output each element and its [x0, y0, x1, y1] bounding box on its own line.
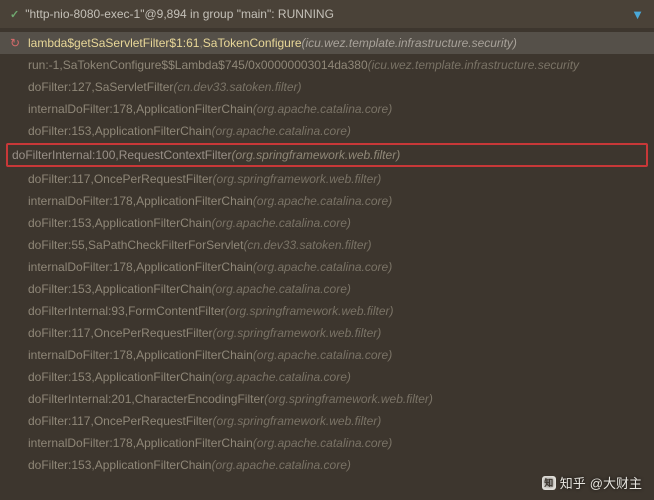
- frame-method: doFilter:55: [28, 236, 85, 254]
- frame-class: ApplicationFilterChain: [136, 434, 253, 452]
- stack-frame-row[interactable]: internalDoFilter:178, ApplicationFilterC…: [0, 190, 654, 212]
- frame-package: (icu.wez.template.infrastructure.securit…: [368, 56, 579, 74]
- stack-frames: ↻lambda$getSaServletFilter$1:61, SaToken…: [0, 28, 654, 480]
- stack-frame-row[interactable]: internalDoFilter:178, ApplicationFilterC…: [0, 98, 654, 120]
- stack-frame-row[interactable]: doFilter:153, ApplicationFilterChain (or…: [0, 366, 654, 388]
- frame-package: (org.apache.catalina.core): [253, 100, 392, 118]
- frame-class: ApplicationFilterChain: [95, 456, 212, 474]
- frame-package: (org.springframework.web.filter): [213, 412, 382, 430]
- check-icon: ✓: [10, 8, 19, 21]
- frame-class: ApplicationFilterChain: [136, 258, 253, 276]
- frame-method: internalDoFilter:178: [28, 100, 133, 118]
- frame-method: doFilter:153: [28, 456, 91, 474]
- frame-package: (org.apache.catalina.core): [211, 122, 350, 140]
- frame-class: FormContentFilter: [128, 302, 225, 320]
- thread-title: "http-nio-8080-exec-1"@9,894 in group "m…: [25, 7, 334, 21]
- frame-package: (org.springframework.web.filter): [225, 302, 394, 320]
- frame-class: ApplicationFilterChain: [95, 214, 212, 232]
- frame-package: (org.apache.catalina.core): [253, 434, 392, 452]
- watermark: 知 知乎 @大财主: [542, 473, 642, 492]
- rerun-icon[interactable]: ↻: [10, 34, 22, 52]
- frame-package: (org.apache.catalina.core): [211, 456, 350, 474]
- stack-frame-row[interactable]: internalDoFilter:178, ApplicationFilterC…: [0, 256, 654, 278]
- frame-method: internalDoFilter:178: [28, 434, 133, 452]
- frame-class: ApplicationFilterChain: [136, 192, 253, 210]
- thread-header: ✓ "http-nio-8080-exec-1"@9,894 in group …: [0, 0, 654, 28]
- frame-method: internalDoFilter:178: [28, 258, 133, 276]
- frame-method: internalDoFilter:178: [28, 192, 133, 210]
- frame-class: SaServletFilter: [95, 78, 174, 96]
- frame-method: lambda$getSaServletFilter$1:61: [28, 34, 199, 52]
- frame-package: (org.springframework.web.filter): [213, 170, 382, 188]
- frame-class: SaPathCheckFilterForServlet: [88, 236, 243, 254]
- frame-package: (org.apache.catalina.core): [211, 280, 350, 298]
- frame-class: OncePerRequestFilter: [94, 170, 213, 188]
- frame-class: OncePerRequestFilter: [94, 412, 213, 430]
- stack-frame-row[interactable]: doFilter:117, OncePerRequestFilter (org.…: [0, 410, 654, 432]
- stack-frame-row[interactable]: doFilter:117, OncePerRequestFilter (org.…: [0, 322, 654, 344]
- frame-package: (org.apache.catalina.core): [211, 214, 350, 232]
- frame-package: (icu.wez.template.infrastructure.securit…: [302, 34, 517, 52]
- frame-method: doFilter:153: [28, 368, 91, 386]
- frame-method: doFilterInternal:100: [12, 146, 115, 164]
- frame-method: doFilterInternal:93: [28, 302, 125, 320]
- frame-method: internalDoFilter:178: [28, 346, 133, 364]
- frame-package: (org.springframework.web.filter): [264, 390, 433, 408]
- frame-class: ApplicationFilterChain: [95, 122, 212, 140]
- frame-class: CharacterEncodingFilter: [135, 390, 264, 408]
- frame-class: OncePerRequestFilter: [94, 324, 213, 342]
- frame-method: doFilter:153: [28, 122, 91, 140]
- frame-method: doFilter:127: [28, 78, 91, 96]
- frame-method: doFilter:153: [28, 280, 91, 298]
- frame-method: doFilter:117: [28, 324, 90, 342]
- frame-class: RequestContextFilter: [119, 146, 232, 164]
- frame-method: doFilter:117: [28, 170, 90, 188]
- frame-package: (org.apache.catalina.core): [253, 346, 392, 364]
- frame-package: (org.apache.catalina.core): [211, 368, 350, 386]
- frame-package: (org.apache.catalina.core): [253, 258, 392, 276]
- filter-icon[interactable]: ▼: [631, 7, 644, 22]
- frame-package: (cn.dev33.satoken.filter): [173, 78, 301, 96]
- frame-method: run:-1: [28, 56, 59, 74]
- frame-package: (cn.dev33.satoken.filter): [243, 236, 371, 254]
- stack-frame-row[interactable]: doFilter:127, SaServletFilter (cn.dev33.…: [0, 76, 654, 98]
- frame-class: ApplicationFilterChain: [95, 368, 212, 386]
- stack-frame-row[interactable]: doFilterInternal:100, RequestContextFilt…: [6, 143, 648, 167]
- frame-class: ApplicationFilterChain: [136, 100, 253, 118]
- stack-frame-row[interactable]: internalDoFilter:178, ApplicationFilterC…: [0, 344, 654, 366]
- stack-frame-row[interactable]: doFilter:55, SaPathCheckFilterForServlet…: [0, 234, 654, 256]
- frame-package: (org.apache.catalina.core): [253, 192, 392, 210]
- stack-frame-row[interactable]: internalDoFilter:178, ApplicationFilterC…: [0, 432, 654, 454]
- frame-package: (org.springframework.web.filter): [213, 324, 382, 342]
- stack-frame-row[interactable]: doFilter:117, OncePerRequestFilter (org.…: [0, 168, 654, 190]
- frame-package: (org.springframework.web.filter): [231, 146, 400, 164]
- frame-class: ApplicationFilterChain: [136, 346, 253, 364]
- frame-method: doFilterInternal:201: [28, 390, 131, 408]
- watermark-site: 知乎: [560, 473, 586, 492]
- stack-frame-row[interactable]: doFilter:153, ApplicationFilterChain (or…: [0, 278, 654, 300]
- stack-frame-row[interactable]: ↻lambda$getSaServletFilter$1:61, SaToken…: [0, 32, 654, 54]
- frame-class: SaTokenConfigure: [203, 34, 302, 52]
- watermark-user: @大财主: [590, 473, 642, 492]
- frame-method: doFilter:153: [28, 214, 91, 232]
- stack-frame-row[interactable]: doFilterInternal:201, CharacterEncodingF…: [0, 388, 654, 410]
- stack-frame-row[interactable]: doFilter:153, ApplicationFilterChain (or…: [0, 120, 654, 142]
- zhihu-icon: 知: [542, 476, 556, 490]
- frame-method: doFilter:117: [28, 412, 90, 430]
- stack-frame-row[interactable]: doFilter:153, ApplicationFilterChain (or…: [0, 212, 654, 234]
- stack-frame-row[interactable]: run:-1, SaTokenConfigure$$Lambda$745/0x0…: [0, 54, 654, 76]
- frame-class: SaTokenConfigure$$Lambda$745/0x000000030…: [63, 56, 368, 74]
- stack-frame-row[interactable]: doFilterInternal:93, FormContentFilter (…: [0, 300, 654, 322]
- frame-class: ApplicationFilterChain: [95, 280, 212, 298]
